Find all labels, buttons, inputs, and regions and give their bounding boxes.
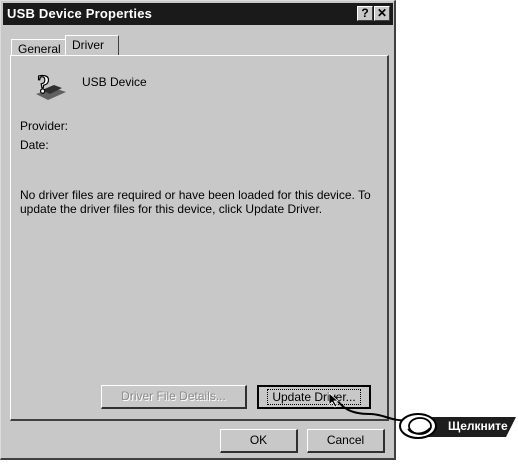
driver-file-details-button[interactable]: Driver File Details...	[101, 385, 247, 409]
title-bar[interactable]: USB Device Properties ? ✕	[3, 3, 393, 25]
window-title: USB Device Properties	[7, 6, 153, 21]
ok-button[interactable]: OK	[220, 429, 298, 453]
svg-text:?: ?	[37, 70, 50, 99]
tab-driver[interactable]: Driver	[65, 35, 119, 56]
device-name: USB Device	[82, 75, 147, 89]
driver-tab-panel: ? USB Device Provider: Date: No driver f…	[10, 55, 389, 421]
provider-label: Provider:	[20, 119, 69, 133]
click-callout: Щелкните	[398, 413, 516, 439]
cursor-arrow-icon	[328, 392, 340, 408]
driver-message: No driver files are required or have bee…	[20, 188, 371, 216]
callout-text: Щелкните	[448, 419, 508, 433]
help-button[interactable]: ?	[357, 6, 373, 21]
cancel-button[interactable]: Cancel	[307, 429, 385, 453]
date-label: Date:	[20, 138, 49, 152]
tab-general[interactable]: General	[11, 39, 67, 56]
close-button[interactable]: ✕	[374, 6, 390, 21]
unknown-device-icon: ?	[36, 69, 66, 100]
